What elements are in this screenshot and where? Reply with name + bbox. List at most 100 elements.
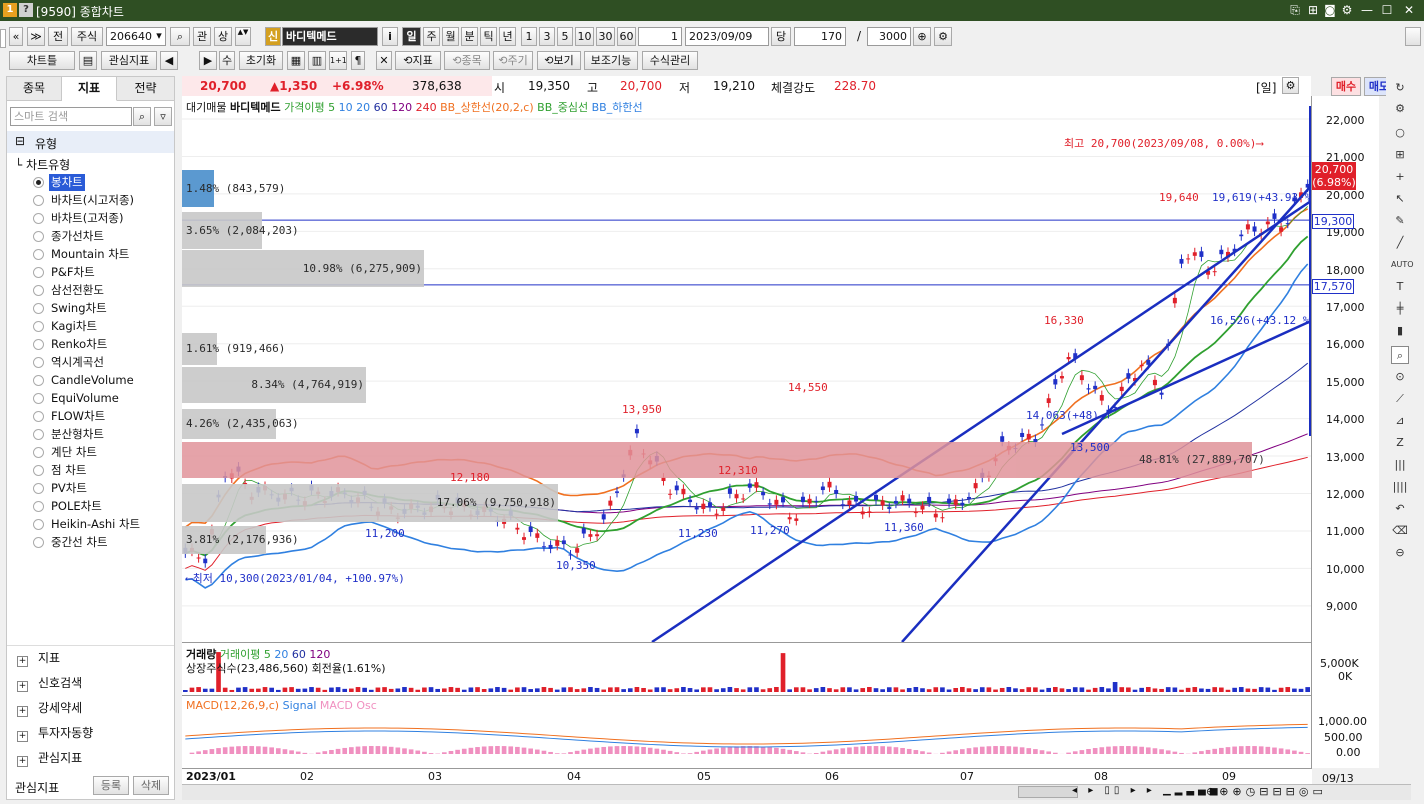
cut-icon[interactable]: ✕ — [376, 51, 392, 70]
num-30[interactable]: 30 — [596, 27, 615, 46]
pin-icon[interactable]: ¶ — [351, 51, 365, 70]
help-icon[interactable]: ? — [19, 3, 33, 17]
chart-icon[interactable]: ⊞ — [1391, 146, 1409, 164]
zoom-icon[interactable]: ⊙ — [1391, 368, 1409, 386]
period-tick[interactable]: 틱 — [480, 27, 497, 46]
search-icon[interactable]: ⌕ — [133, 107, 151, 126]
cross-icon[interactable]: + — [1391, 168, 1409, 186]
radio-icon[interactable] — [33, 375, 44, 386]
tab-strategy[interactable]: 전략 — [117, 77, 175, 101]
candle-icon[interactable]: ╪ — [1391, 300, 1409, 318]
register-button[interactable]: 등록 — [93, 776, 129, 795]
scroll-right-button[interactable]: ▶ — [199, 51, 217, 70]
view-button[interactable]: ⟲보기 — [537, 51, 581, 70]
num-5[interactable]: 5 — [557, 27, 573, 46]
radio-icon[interactable] — [33, 519, 44, 530]
tree-indicator[interactable]: + 지표 — [17, 648, 60, 668]
radio-icon[interactable] — [33, 285, 44, 296]
item-button[interactable]: ⟲종목 — [444, 51, 490, 70]
radio-icon[interactable] — [33, 249, 44, 260]
indicator-button[interactable]: ⟲지표 — [395, 51, 441, 70]
bar-icon[interactable]: ▮ — [1391, 322, 1409, 340]
fib-icon[interactable]: ⊿ — [1391, 412, 1409, 430]
radio-icon[interactable] — [33, 501, 44, 512]
radio-icon[interactable] — [33, 357, 44, 368]
tree-interest[interactable]: + 관심지표 — [17, 748, 82, 768]
radio-icon[interactable] — [33, 465, 44, 476]
formula-button[interactable]: 수식관리 — [642, 51, 698, 70]
scroll-controls[interactable]: ◂ ▸ ▯▯ ▸ ▸ ▁▂▃▄▅ — [1072, 785, 1221, 796]
interest-indicator-button[interactable]: 관심지표 — [101, 51, 157, 70]
up-button[interactable]: ≫ — [27, 27, 45, 46]
close-icon[interactable]: ✕ — [1401, 2, 1417, 18]
date-input[interactable]: 2023/09/09 — [685, 27, 769, 46]
chart-scrollbar[interactable]: ◂ ▸ ▯▯ ▸ ▸ ▁▂▃▄▅ ⊖⊕⊕◷⊟⊟⊟◎▭ — [182, 784, 1411, 800]
refresh-icon[interactable]: ↻ — [1391, 79, 1409, 97]
scroll-thumb[interactable] — [1018, 786, 1078, 798]
circle-icon[interactable]: ○ — [1391, 124, 1409, 142]
num-1[interactable]: 1 — [521, 27, 537, 46]
chart-settings-icon[interactable]: ⚙ — [934, 27, 952, 46]
gwan-button[interactable]: 관 — [193, 27, 211, 46]
delete-button[interactable]: 삭제 — [133, 776, 169, 795]
grid-icon[interactable]: ▦ — [287, 51, 305, 70]
period-month[interactable]: 월 — [442, 27, 459, 46]
panel-toggle[interactable] — [0, 29, 6, 48]
max-count-input[interactable]: 3000 — [867, 27, 911, 46]
radio-icon[interactable] — [33, 339, 44, 350]
undo-icon[interactable]: ↶ — [1391, 500, 1409, 518]
window-link-icon[interactable]: ⎘ — [1287, 2, 1303, 18]
tree-signal[interactable]: + 신호검색 — [17, 673, 82, 693]
radio-icon[interactable] — [33, 267, 44, 278]
radio-icon[interactable] — [33, 303, 44, 314]
rows-icon[interactable]: |||| — [1391, 478, 1409, 496]
period-day[interactable]: 일 — [402, 27, 421, 46]
radio-icon[interactable] — [33, 231, 44, 242]
period-week[interactable]: 주 — [423, 27, 440, 46]
cycle-button[interactable]: ⟲주기 — [493, 51, 533, 70]
text-icon[interactable]: T — [1391, 278, 1409, 296]
radio-icon[interactable] — [33, 483, 44, 494]
display-count-input[interactable]: 170 — [794, 27, 846, 46]
assist-button[interactable]: 보조기능 — [584, 51, 638, 70]
split-icon[interactable]: ▥ — [308, 51, 326, 70]
zoom-icon[interactable]: ⊕ — [913, 27, 931, 46]
radio-icon[interactable] — [33, 393, 44, 404]
num-60[interactable]: 60 — [617, 27, 636, 46]
chart-area[interactable]: 대기매물 바디텍메드 가격이평 5 10 20 60 120 240 BB_상한… — [182, 96, 1318, 768]
maximize-icon[interactable]: ☐ — [1379, 2, 1395, 18]
trend-icon[interactable]: ⟋ — [1391, 390, 1409, 408]
quote-settings-icon[interactable]: ⚙ — [1282, 77, 1299, 94]
minimize-icon[interactable]: — — [1359, 2, 1375, 18]
jeon-button[interactable]: 전 — [48, 27, 68, 46]
type-header[interactable]: ⊟ 유형 — [7, 131, 174, 153]
radio-icon[interactable] — [33, 213, 44, 224]
save-icon[interactable]: ▤ — [79, 51, 97, 70]
radio-icon[interactable] — [33, 411, 44, 422]
dang-button[interactable]: 당 — [771, 27, 791, 46]
screenshot-icon[interactable]: ◙ — [1322, 2, 1338, 18]
filter-icon[interactable]: ▿ — [154, 107, 172, 126]
collapse-icon[interactable] — [1405, 27, 1421, 46]
chevron-down-icon[interactable]: ▾ — [152, 27, 166, 46]
tree-strength[interactable]: + 강세약세 — [17, 698, 82, 718]
info-button[interactable]: i — [382, 27, 398, 46]
radio-icon[interactable] — [33, 195, 44, 206]
settings-icon[interactable]: ⚙ — [1339, 2, 1355, 18]
tab-stocks[interactable]: 종목 — [7, 77, 62, 101]
one-plus-one-icon[interactable]: 1+1 — [329, 51, 347, 70]
settings-icon[interactable]: ⚙ — [1391, 100, 1409, 118]
pen-icon[interactable]: ✎ — [1391, 212, 1409, 230]
sang-button[interactable]: 상 — [214, 27, 232, 46]
search-icon[interactable]: ⌕ — [170, 27, 190, 46]
zoom-controls[interactable]: ⊖⊕⊕◷⊟⊟⊟◎▭ — [1206, 785, 1327, 798]
reset-button[interactable]: 초기화 — [239, 51, 283, 70]
zoom-out-icon[interactable]: ⊖ — [1391, 544, 1409, 562]
period-value-select[interactable]: 1 — [638, 27, 682, 46]
radio-icon[interactable] — [33, 447, 44, 458]
period-year[interactable]: 년 — [499, 27, 516, 46]
radio-icon[interactable] — [33, 537, 44, 548]
num-10[interactable]: 10 — [575, 27, 594, 46]
price-axis[interactable]: 22,000 21,000 20,000 19,000 18,000 17,000 16,0… — [1311, 96, 1379, 785]
scroll-left-button[interactable]: ◀ — [160, 51, 178, 70]
